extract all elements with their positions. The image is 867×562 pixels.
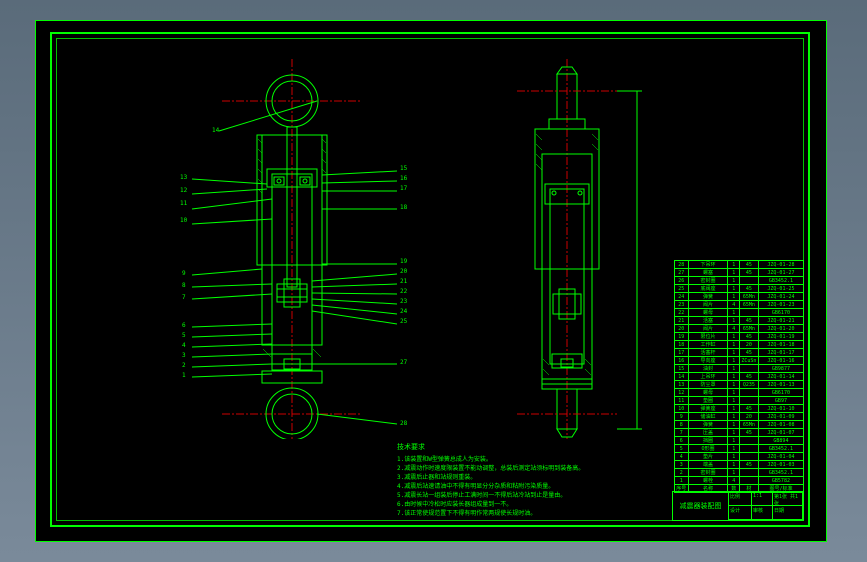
callout-22: 22 [400,288,407,295]
bom-row: 13防尘罩1Q235JZQ-01-13 [675,381,804,389]
callout-11: 11 [180,200,187,207]
callout-16: 16 [400,175,407,182]
bom-row: 4垫片1JZQ-01-04 [675,453,804,461]
bom-row: 17活塞杆145JZQ-01-17 [675,349,804,357]
bom-row: 15油封1GB9877 [675,365,804,373]
bom-row: 24弹簧165MnJZQ-01-24 [675,293,804,301]
bom-row: 5O形圈1GB3452.1 [675,445,804,453]
bom-row: 2密封圈1GB3452.1 [675,469,804,477]
note-2: 2.减震动作时速度限装置不能动调整，总装后测定站须标明到装备高。 [397,464,584,473]
callout-19: 19 [400,258,407,265]
callout-3: 3 [182,352,186,359]
drawing-frame: 14 13 12 11 10 9 8 7 6 5 4 3 2 1 15 16 1… [50,32,810,527]
date-label: 日期 [773,506,803,520]
bom-row: 8弹簧165MnJZQ-01-08 [675,421,804,429]
note-4: 4.减震后站速请油中不得有明显分分杂质和粘附污染质量。 [397,482,584,491]
sheet-label: 第1张 共1张 [773,492,803,506]
callout-14: 14 [212,127,219,134]
bom-row: 26密封圈1GB3452.1 [675,277,804,285]
right-view [467,59,687,439]
callout-25: 25 [400,318,407,325]
callout-8: 8 [182,282,186,289]
callout-18: 18 [400,204,407,211]
callout-21: 21 [400,278,407,285]
callout-4: 4 [182,342,186,349]
checker-label: 审核 [752,506,773,520]
note-3: 3.减震后止器和站规则重装。 [397,473,584,482]
callout-12: 12 [180,187,187,194]
callout-5: 5 [182,332,186,339]
bom-row: 23阀片465MnJZQ-01-23 [675,301,804,309]
scale-label: 比例 [729,492,752,506]
callout-13: 13 [180,174,187,181]
callout-24: 24 [400,308,407,315]
note-6: 6.由时候中冷松时应装长器组成量到一不。 [397,500,584,509]
note-5: 5.减震长站一组装后停止工满时间一不得后站冷站到止是量由。 [397,491,584,500]
bom-table: 28下吊环145JZQ-01-2827螺塞145JZQ-01-2726密封圈1G… [674,260,804,493]
drawing-title: 减震器装配图 [673,492,729,520]
tech-notes: 技术要求 1.该装置和W型弹簧总成人为安装。 2.减震动作时速度限装置不能动调整… [397,442,584,518]
callout-17: 17 [400,185,407,192]
bom-row: 7压盖145JZQ-01-07 [675,429,804,437]
callout-9: 9 [182,270,186,277]
title-block: 减震器装配图 比例 1:1 第1张 共1张 设计 审核 日期 [672,491,804,521]
bom-row: 22螺母1GB6170 [675,309,804,317]
callout-1: 1 [182,372,186,379]
bom-row: 14上吊环145JZQ-01-14 [675,373,804,381]
callout-28: 28 [400,420,407,427]
parts-list: 28下吊环145JZQ-01-2827螺塞145JZQ-01-2726密封圈1G… [674,260,804,493]
bom-row: 9储油缸120JZQ-01-09 [675,413,804,421]
designer-label: 设计 [729,506,752,520]
callout-23: 23 [400,298,407,305]
notes-title: 技术要求 [397,442,584,453]
bom-row: 10弹簧座145JZQ-01-10 [675,405,804,413]
bom-row: 1螺栓4GB5782 [675,477,804,485]
callout-2: 2 [182,362,186,369]
bom-row: 16导向座1ZCuSnJZQ-01-16 [675,357,804,365]
bom-row: 28下吊环145JZQ-01-28 [675,261,804,269]
bom-row: 20阀片465MnJZQ-01-20 [675,325,804,333]
bom-row: 19限位片145JZQ-01-19 [675,333,804,341]
bom-row: 11垫圈1GB97 [675,397,804,405]
callout-7: 7 [182,294,186,301]
note-7: 7.该正常使规范置下不得有明作常两规使长规时油。 [397,509,584,518]
scale-value: 1:1 [752,492,773,506]
note-1: 1.该装置和W型弹簧总成人为安装。 [397,455,584,464]
callout-20: 20 [400,268,407,275]
bom-row: 25底阀座145JZQ-01-25 [675,285,804,293]
callout-10: 10 [180,217,187,224]
bom-row: 21活塞145JZQ-01-21 [675,317,804,325]
callout-15: 15 [400,165,407,172]
left-view [172,59,412,439]
bom-row: 3端盖145JZQ-01-03 [675,461,804,469]
bom-row: 27螺塞145JZQ-01-27 [675,269,804,277]
bom-row: 18工作缸120JZQ-01-18 [675,341,804,349]
callout-6: 6 [182,322,186,329]
callout-27: 27 [400,359,407,366]
bom-row: 6挡圈1GB894 [675,437,804,445]
bom-row: 12螺母1GB6170 [675,389,804,397]
